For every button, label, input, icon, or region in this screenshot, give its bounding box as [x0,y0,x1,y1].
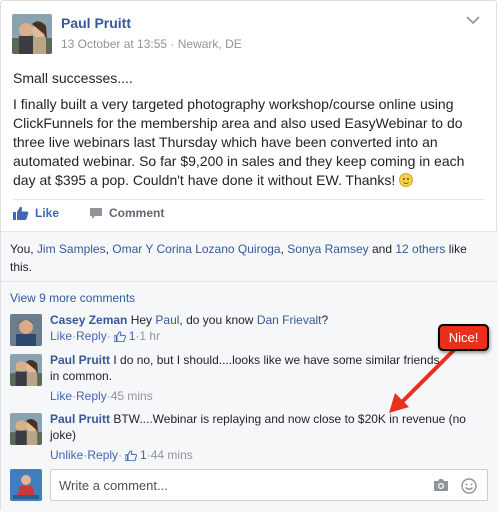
comment-body-part: ? [321,313,329,327]
post-timestamp[interactable]: 13 October at 13:55 [61,37,167,51]
comment-author[interactable]: Paul Pruitt [50,353,110,367]
likes-others-link[interactable]: 12 others [395,242,445,256]
comment-author[interactable]: Paul Pruitt [50,412,110,426]
post-paragraph-1: Small successes.... [13,70,133,86]
commenter-avatar[interactable] [10,314,42,346]
comment-body: BTW....Webinar is replaying and now clos… [50,412,466,442]
meta-separator: · [167,37,178,51]
commenter-avatar[interactable] [10,354,42,386]
comment-like-count[interactable]: 1 [129,329,136,343]
comment-body-part: , do you know [179,313,257,327]
comment-button-label: Comment [109,206,165,220]
smiley-emoji-icon [399,173,414,187]
comment-input-placeholder: Write a comment... [59,478,168,493]
post-card: Paul Pruitt 13 October at 13:55 · Newark… [0,0,498,512]
comment-time[interactable]: 45 mins [111,389,153,403]
likes-sentence: You, Jim Samples, Omar Y Corina Lozano Q… [10,242,467,274]
comment-body-part: Hey [127,313,156,327]
chevron-down-icon[interactable] [466,15,480,25]
commenter-avatar[interactable] [10,413,42,445]
comment-unlike-link[interactable]: Unlike [50,448,83,462]
comment-composer: Write a comment... [10,469,490,503]
comment-text: Casey Zeman Hey Paul, do you know Dan Fr… [50,312,490,328]
mention-link[interactable]: Paul [155,313,179,327]
like-thumb-icon [113,330,126,342]
likes-prefix: You, [10,242,37,256]
camera-icon[interactable] [433,478,449,492]
comment-bubble-icon [90,207,102,219]
author-avatar[interactable] [12,14,52,54]
like-button-label: Like [35,206,60,220]
annotation-callout: Nice! [438,324,489,351]
liker-1[interactable]: Jim Samples [37,242,106,256]
post-location[interactable]: Newark, DE [178,37,242,51]
post-paragraph-2-text: I finally built a very targeted photogra… [13,96,465,188]
dot-separator: · [106,329,111,343]
comment-button[interactable]: Comment [89,206,164,220]
post-meta: 13 October at 13:55 · Newark, DE [61,37,242,51]
comment-reply-link[interactable]: Reply [87,448,118,462]
liker-2[interactable]: Omar Y Corina Lozano Quiroga [112,242,280,256]
likes-connector: and [368,242,396,256]
comment-time[interactable]: 1 hr [139,329,160,343]
comment-reply-link[interactable]: Reply [76,329,107,343]
dot-separator: · [118,448,123,462]
emoji-icon[interactable] [461,478,477,494]
comment-actions: Like · Reply · 1 · 1 hr [50,329,160,343]
annotation-arrow [389,343,461,413]
comment-like-link[interactable]: Like [50,389,72,403]
comment-like-link[interactable]: Like [50,329,72,343]
post-body: Small successes.... I finally built a ve… [13,69,485,197]
mention-link[interactable]: Dan Frievalt [257,313,322,327]
current-user-avatar [10,469,42,501]
comment-input[interactable]: Write a comment... [50,469,488,501]
like-thumb-icon [125,449,138,461]
like-button[interactable]: Like [13,206,59,220]
comment-author[interactable]: Casey Zeman [50,313,127,327]
post-author-name[interactable]: Paul Pruitt [61,15,131,31]
comment-actions: Unlike · Reply · 1 · 44 mins [50,448,193,462]
comment-item: Paul Pruitt BTW....Webinar is replaying … [10,411,490,463]
post-paragraph-2: I finally built a very targeted photogra… [13,95,485,190]
divider [13,199,484,200]
likes-summary: You, Jim Samples, Omar Y Corina Lozano Q… [1,231,498,281]
like-thumb-icon [13,206,29,220]
view-more-comments-link[interactable]: View 9 more comments [10,291,135,305]
comment-actions: Like · Reply · 45 mins [50,389,153,403]
comment-reply-link[interactable]: Reply [76,389,107,403]
comment-time[interactable]: 44 mins [151,448,193,462]
liker-3[interactable]: Sonya Ramsey [287,242,368,256]
comment-like-count[interactable]: 1 [140,448,147,462]
